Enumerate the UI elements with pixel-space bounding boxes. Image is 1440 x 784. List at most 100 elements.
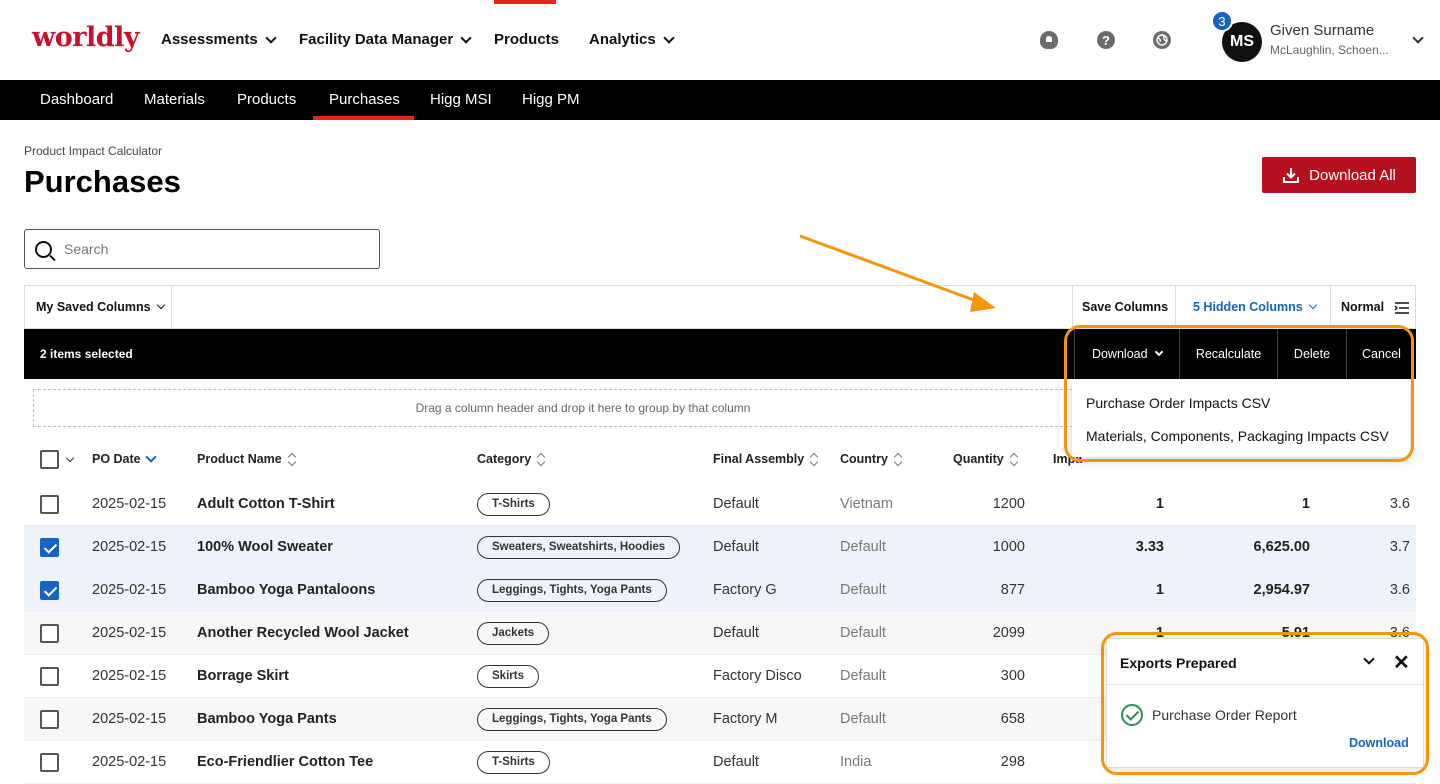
subnav-purchases[interactable]: Purchases (329, 80, 400, 120)
category-tag: T-Shirts (477, 493, 550, 516)
country: Default (840, 711, 886, 727)
column-label: Product Name (197, 452, 282, 466)
subnav-products[interactable]: Products (237, 80, 296, 120)
nav-label: Assessments (161, 31, 258, 48)
subnav-dashboard[interactable]: Dashboard (40, 80, 113, 120)
table-row[interactable]: 2025-02-15 Adult Cotton T-Shirt T-Shirts De… (24, 483, 1416, 526)
nav-label: Products (494, 31, 560, 48)
final-assembly: Factory G (713, 582, 777, 598)
impact-value-1: 3.33 (1135, 539, 1164, 555)
subnav-higg-msi[interactable]: Higg MSI (430, 80, 492, 120)
annotation-highlight-exports (1101, 632, 1429, 775)
density-icon (1394, 301, 1409, 314)
po-date: 2025-02-15 (92, 496, 167, 512)
po-date: 2025-02-15 (92, 711, 167, 727)
row-checkbox[interactable] (40, 710, 59, 729)
nav-facility-data-manager[interactable]: Facility Data Manager (299, 31, 472, 48)
nav-assessments[interactable]: Assessments (161, 31, 277, 48)
quantity: 877 (1000, 582, 1025, 598)
column-category[interactable]: Category (477, 452, 546, 466)
quantity: 658 (1000, 711, 1025, 727)
column-po-date[interactable]: PO Date (92, 451, 157, 466)
final-assembly: Default (713, 496, 759, 512)
subnav-higg-pm[interactable]: Higg PM (522, 80, 580, 120)
row-checkbox[interactable] (40, 753, 59, 772)
user-name[interactable]: Given Surname (1270, 22, 1374, 39)
hidden-columns-label: 5 Hidden Columns (1193, 300, 1303, 314)
column-product-name[interactable]: Product Name (197, 452, 297, 466)
row-checkbox[interactable] (40, 538, 59, 557)
row-checkbox[interactable] (40, 581, 59, 600)
grid-toolbar: My Saved Columns Save Columns 5 Hidden C… (24, 285, 1416, 329)
group-drop-zone[interactable]: Drag a column header and drop it here to… (33, 389, 1133, 427)
impact-value-1: 1 (1155, 496, 1164, 512)
density-label: Normal (1341, 300, 1385, 314)
worldly-logo[interactable]: worldly (32, 22, 140, 53)
row-checkbox[interactable] (40, 667, 59, 686)
product-name[interactable]: Bamboo Yoga Pantaloons (197, 582, 375, 598)
top-navigation: worldly Assessments Facility Data Manage… (0, 0, 1440, 80)
column-label: Category (477, 452, 532, 466)
divider (1175, 286, 1176, 328)
product-name[interactable]: Another Recycled Wool Jacket (197, 625, 409, 641)
saved-columns-label: My Saved Columns (36, 300, 151, 314)
column-label: PO Date (92, 452, 141, 466)
chevron-down-icon[interactable] (65, 453, 75, 463)
column-label: Quantity (953, 452, 1004, 466)
impact-value-3: 3.7 (1389, 539, 1410, 555)
impact-value-3: 3.6 (1389, 582, 1410, 598)
table-row[interactable]: 2025-02-15 Bamboo Yoga Pantaloons Leggings… (24, 569, 1416, 612)
nav-label: Analytics (589, 31, 656, 48)
quantity: 298 (1000, 754, 1025, 770)
select-all-checkbox[interactable] (40, 450, 59, 469)
category-tag: T-Shirts (477, 751, 550, 774)
search-box[interactable] (24, 229, 380, 269)
category-tag: Leggings, Tights, Yoga Pants (477, 579, 667, 602)
chevron-down-icon[interactable] (1412, 32, 1424, 44)
po-date: 2025-02-15 (92, 539, 167, 555)
impact-value-2: 1 (1301, 496, 1310, 512)
nav-analytics[interactable]: Analytics (589, 31, 675, 48)
product-name[interactable]: Eco-Friendlier Cotton Tee (197, 754, 373, 770)
po-date: 2025-02-15 (92, 668, 167, 684)
category-tag: Sweaters, Sweatshirts, Hoodies (477, 536, 681, 559)
final-assembly: Default (713, 754, 759, 770)
search-input[interactable] (64, 241, 364, 257)
product-name[interactable]: Adult Cotton T-Shirt (197, 496, 335, 512)
annotation-arrow (799, 234, 996, 312)
column-final-assembly[interactable]: Final Assembly (713, 452, 819, 466)
bell-glyph (1046, 36, 1052, 42)
row-checkbox[interactable] (40, 495, 59, 514)
subnav-materials[interactable]: Materials (144, 80, 205, 120)
table-row[interactable]: 2025-02-15 100% Wool Sweater Sweaters, Swe… (24, 526, 1416, 569)
hidden-columns-dropdown[interactable]: 5 Hidden Columns (1193, 286, 1318, 328)
breadcrumb[interactable]: Product Impact Calculator (24, 144, 162, 158)
divider (171, 286, 172, 328)
help-icon[interactable]: ? (1097, 31, 1115, 49)
impact-value-1: 1 (1155, 582, 1164, 598)
user-organization: McLaughlin, Schoen... (1270, 43, 1389, 57)
category-tag: Jackets (477, 622, 550, 645)
quantity: 1200 (992, 496, 1025, 512)
download-icon (1283, 168, 1300, 183)
notifications-icon[interactable] (1040, 31, 1058, 49)
nav-active-indicator (494, 0, 556, 4)
density-toggle[interactable]: Normal (1341, 286, 1410, 328)
product-name[interactable]: Borrage Skirt (197, 668, 289, 684)
nav-products[interactable]: Products (494, 31, 559, 48)
column-country[interactable]: Country (840, 452, 903, 466)
column-label: Country (840, 452, 888, 466)
globe-icon[interactable] (1153, 31, 1171, 49)
download-all-button[interactable]: Download All (1262, 157, 1416, 193)
product-name[interactable]: 100% Wool Sweater (197, 539, 333, 555)
country: Vietnam (840, 496, 893, 512)
column-quantity[interactable]: Quantity (953, 452, 1019, 466)
saved-columns-dropdown[interactable]: My Saved Columns (36, 286, 166, 328)
product-name[interactable]: Bamboo Yoga Pants (197, 711, 337, 727)
download-all-label: Download All (1309, 166, 1396, 184)
country: Default (840, 539, 886, 555)
quantity: 1000 (992, 539, 1025, 555)
po-date: 2025-02-15 (92, 625, 167, 641)
save-columns-button[interactable]: Save Columns (1082, 286, 1168, 328)
row-checkbox[interactable] (40, 624, 59, 643)
